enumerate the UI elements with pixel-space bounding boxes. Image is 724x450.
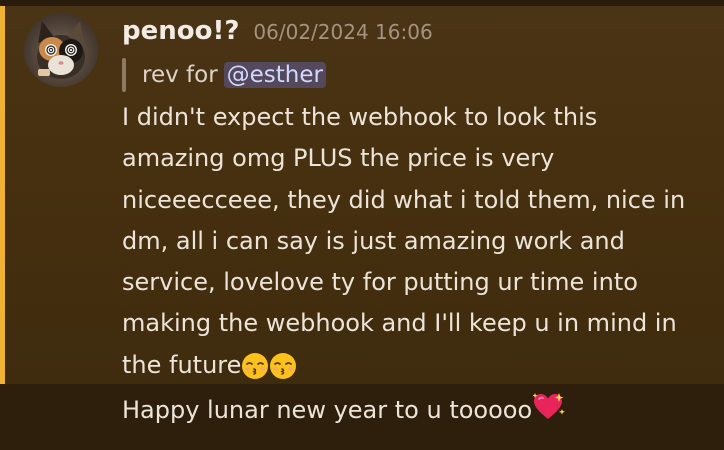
- followup-text: Happy lunar new year to u tooooo: [122, 396, 533, 424]
- timestamp[interactable]: 06/02/2024 16:06: [253, 20, 432, 44]
- quote-text: rev for: [142, 62, 218, 88]
- kissing-closed-eyes-emoji-icon: [241, 352, 269, 393]
- reply-quote: rev for @esther: [122, 58, 326, 92]
- sparkling-heart-emoji-icon: [532, 392, 566, 428]
- user-mention[interactable]: @esther: [223, 62, 326, 88]
- message-header: penoo!? 06/02/2024 16:06: [122, 16, 433, 56]
- message-body: I didn't expect the webhook to look this…: [122, 97, 707, 393]
- quote-bar: [122, 58, 126, 92]
- kissing-closed-eyes-emoji-icon: [269, 352, 297, 393]
- followup-message: Happy lunar new year to u tooooo: [122, 388, 566, 432]
- username[interactable]: penoo!?: [122, 16, 239, 46]
- cat-avatar-icon: [37, 21, 85, 79]
- message-body-text: I didn't expect the webhook to look this…: [122, 103, 686, 379]
- mention-highlight-bar: [0, 6, 5, 384]
- avatar[interactable]: [24, 13, 98, 87]
